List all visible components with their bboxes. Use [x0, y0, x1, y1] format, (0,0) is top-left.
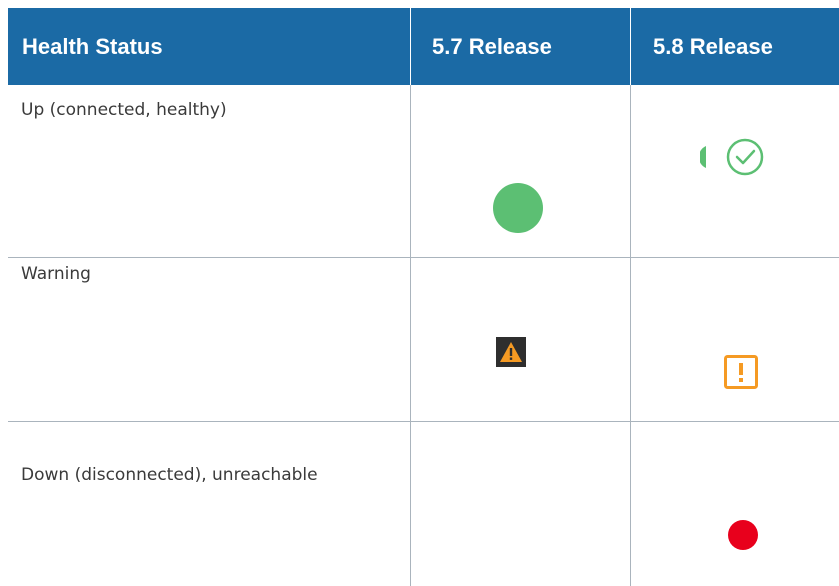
header-5-7-release: 5.7 Release: [432, 34, 552, 59]
status-label-warning: Warning: [21, 264, 91, 284]
green-circle-icon: [492, 182, 544, 239]
column-divider: [630, 85, 631, 586]
green-check-circle-icon: [698, 135, 772, 188]
red-circle-icon: [727, 519, 759, 556]
header-divider: [410, 8, 411, 85]
warning-triangle-icon: [496, 337, 526, 372]
column-divider: [410, 85, 411, 586]
header-5-8-release: 5.8 Release: [653, 34, 773, 59]
status-label-down: Down (disconnected), unreachable: [21, 465, 318, 485]
exclamation-square-icon: [723, 354, 759, 395]
header-divider: [630, 8, 631, 85]
row-divider: [8, 257, 839, 258]
row-divider: [8, 421, 839, 422]
table-header: Health Status 5.7 Release 5.8 Release: [8, 8, 839, 85]
status-label-up: Up (connected, healthy): [21, 100, 227, 120]
health-status-table: Health Status 5.7 Release 5.8 Release Up…: [8, 8, 839, 586]
header-health-status: Health Status: [22, 34, 163, 59]
